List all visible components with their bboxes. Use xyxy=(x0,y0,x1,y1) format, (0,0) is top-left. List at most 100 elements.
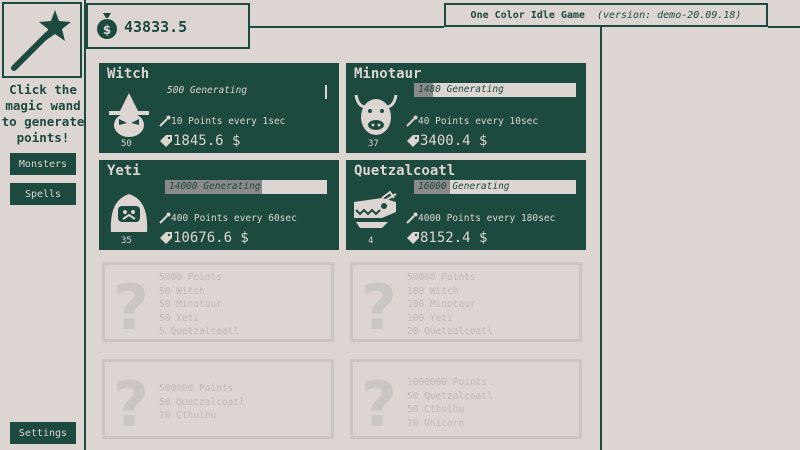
monster-count: 50 xyxy=(121,139,132,149)
monster-card-minotaur[interactable]: Minotaur 1480 Generating 37 40 Points ev… xyxy=(346,63,586,153)
magic-wand-icon xyxy=(159,212,171,224)
question-mark-icon: ? xyxy=(113,273,149,337)
generating-text: 1480 Generating xyxy=(418,84,504,95)
requirement-item: 50 Cthulhu xyxy=(407,404,465,415)
locked-monster-card: ? 5000 Points 50 Witch 50 Minotaur 50 Ye… xyxy=(102,262,334,342)
requirement-item: 100 Minotaur xyxy=(407,299,476,310)
requirement-item: 50 Yeti xyxy=(159,312,200,324)
requirement-item: 1000000 Points xyxy=(407,377,488,388)
witch-icon xyxy=(109,93,149,137)
monster-name: Minotaur xyxy=(354,66,422,82)
header-divider-right xyxy=(768,26,800,28)
monster-card-witch[interactable]: Witch 500 Generating 50 10 Points every … xyxy=(99,63,339,153)
price-tag-icon xyxy=(160,135,172,147)
version-text: (version: demo-20.09.18) xyxy=(596,9,742,21)
quetzalcoatl-icon xyxy=(354,190,397,228)
cost-row: 10676.6 $ xyxy=(159,230,249,246)
yeti-icon xyxy=(110,194,148,232)
price-tag-icon xyxy=(160,232,172,244)
svg-text:?: ? xyxy=(361,370,397,434)
monster-name: Witch xyxy=(107,66,150,82)
locked-monster-card: ? 500000 Points 50 Quetzalcoatl 10 Cthul… xyxy=(102,359,334,439)
requirement-item: 50000 Points xyxy=(407,272,476,283)
locked-monster-card: ? 1000000 Points 50 Quetzalcoatl 50 Cthu… xyxy=(350,359,582,439)
svg-text:?: ? xyxy=(361,273,397,337)
question-mark-icon: ? xyxy=(361,370,397,434)
magic-wand-icon xyxy=(11,10,71,71)
requirement-item: 50 Quetzalcoatl xyxy=(407,390,493,402)
cost-text: 8152.4 $ xyxy=(420,230,488,246)
requirements-list: 50000 Points 100 Witch 100 Minotaur 100 … xyxy=(407,271,493,339)
cost-text: 10676.6 $ xyxy=(173,230,249,246)
requirement-item: 100 Witch xyxy=(407,285,459,297)
monster-count: 35 xyxy=(121,236,132,246)
cost-text: 1845.6 $ xyxy=(173,133,241,149)
game-title: One Color Idle Game xyxy=(470,9,585,21)
sidebar-divider xyxy=(84,0,86,450)
magic-wand-icon xyxy=(406,212,418,224)
requirements-list: 500000 Points 50 Quetzalcoatl 10 Cthulhu xyxy=(159,382,245,423)
requirement-item: 5000 Points xyxy=(159,272,222,283)
points-value: 43833.5 xyxy=(124,18,188,36)
magic-wand-button[interactable] xyxy=(2,2,82,78)
generating-progress-bar: 14000 Generating xyxy=(165,180,327,194)
main-right-divider xyxy=(600,26,602,450)
question-mark-icon: ? xyxy=(361,273,397,337)
monster-name: Yeti xyxy=(107,163,141,179)
generating-progress-bar: 1480 Generating xyxy=(414,83,576,97)
monster-card-quetzalcoatl[interactable]: Quetzalcoatl 16000 Generating 4 4000 Poi… xyxy=(346,160,586,250)
cost-text: 3400.4 $ xyxy=(420,133,488,149)
coin-bag-icon: $ xyxy=(97,13,117,39)
price-tag-icon xyxy=(407,232,419,244)
rate-row: 4000 Points every 180sec xyxy=(406,212,555,224)
generating-progress-bar: 16000 Generating xyxy=(414,180,576,194)
requirements-list: 1000000 Points 50 Quetzalcoatl 50 Cthulh… xyxy=(407,376,493,430)
click-hint-text: Click the magic wand to generate points! xyxy=(0,82,86,146)
requirement-item: 10 Unicorn xyxy=(407,417,465,429)
rate-row: 40 Points every 10sec xyxy=(406,115,538,127)
magic-wand-icon xyxy=(406,115,418,127)
rate-row: 400 Points every 60sec xyxy=(159,212,297,224)
svg-text:?: ? xyxy=(113,370,149,434)
requirement-item: 100 Yeti xyxy=(407,312,453,324)
cost-row: 3400.4 $ xyxy=(406,133,487,149)
generating-text: 16000 Generating xyxy=(418,181,510,192)
hint-line: to generate xyxy=(1,114,85,129)
question-mark-icon: ? xyxy=(113,370,149,434)
rate-text: 10 Points every 1sec xyxy=(171,115,286,127)
rate-text: 40 Points every 10sec xyxy=(418,115,539,127)
requirement-item: 5 Quetzalcoatl xyxy=(159,326,240,337)
spells-button[interactable]: Spells xyxy=(10,183,76,205)
price-tag-icon xyxy=(407,135,419,147)
monsters-button[interactable]: Monsters xyxy=(10,153,76,175)
hint-line: Click the xyxy=(9,82,77,97)
points-display: $ 43833.5 xyxy=(86,3,250,49)
rate-text: 4000 Points every 180sec xyxy=(418,212,556,224)
monster-count: 37 xyxy=(368,139,379,149)
monster-name: Quetzalcoatl xyxy=(354,163,456,179)
monster-card-yeti[interactable]: Yeti 14000 Generating 35 400 Points ever… xyxy=(99,160,339,250)
requirement-item: 50 Quetzalcoatl xyxy=(159,396,245,408)
svg-text:?: ? xyxy=(113,273,149,337)
hint-line: magic wand xyxy=(5,98,81,113)
rate-text: 400 Points every 60sec xyxy=(171,212,297,224)
svg-text:$: $ xyxy=(103,23,111,37)
requirement-item: 20 Quetzalcoatl xyxy=(407,326,493,337)
locked-monster-card: ? 50000 Points 100 Witch 100 Minotaur 10… xyxy=(350,262,582,342)
settings-button[interactable]: Settings xyxy=(10,422,76,444)
magic-wand-icon xyxy=(159,115,171,127)
cost-row: 1845.6 $ xyxy=(159,133,240,149)
requirement-item: 500000 Points xyxy=(159,383,234,394)
requirement-item: 50 Minotaur xyxy=(159,299,222,310)
cost-row: 8152.4 $ xyxy=(406,230,487,246)
requirement-item: 10 Cthulhu xyxy=(159,410,217,421)
rate-row: 10 Points every 1sec xyxy=(159,115,285,127)
generating-text: 500 Generating xyxy=(167,85,248,96)
generating-text: 14000 Generating xyxy=(169,181,261,192)
version-box: One Color Idle Game (version: demo-20.09… xyxy=(444,3,768,27)
progress-cursor xyxy=(325,85,327,99)
minotaur-icon xyxy=(354,94,398,135)
requirement-item: 50 Witch xyxy=(159,285,205,297)
monster-count: 4 xyxy=(368,236,374,246)
requirements-list: 5000 Points 50 Witch 50 Minotaur 50 Yeti… xyxy=(159,271,239,339)
